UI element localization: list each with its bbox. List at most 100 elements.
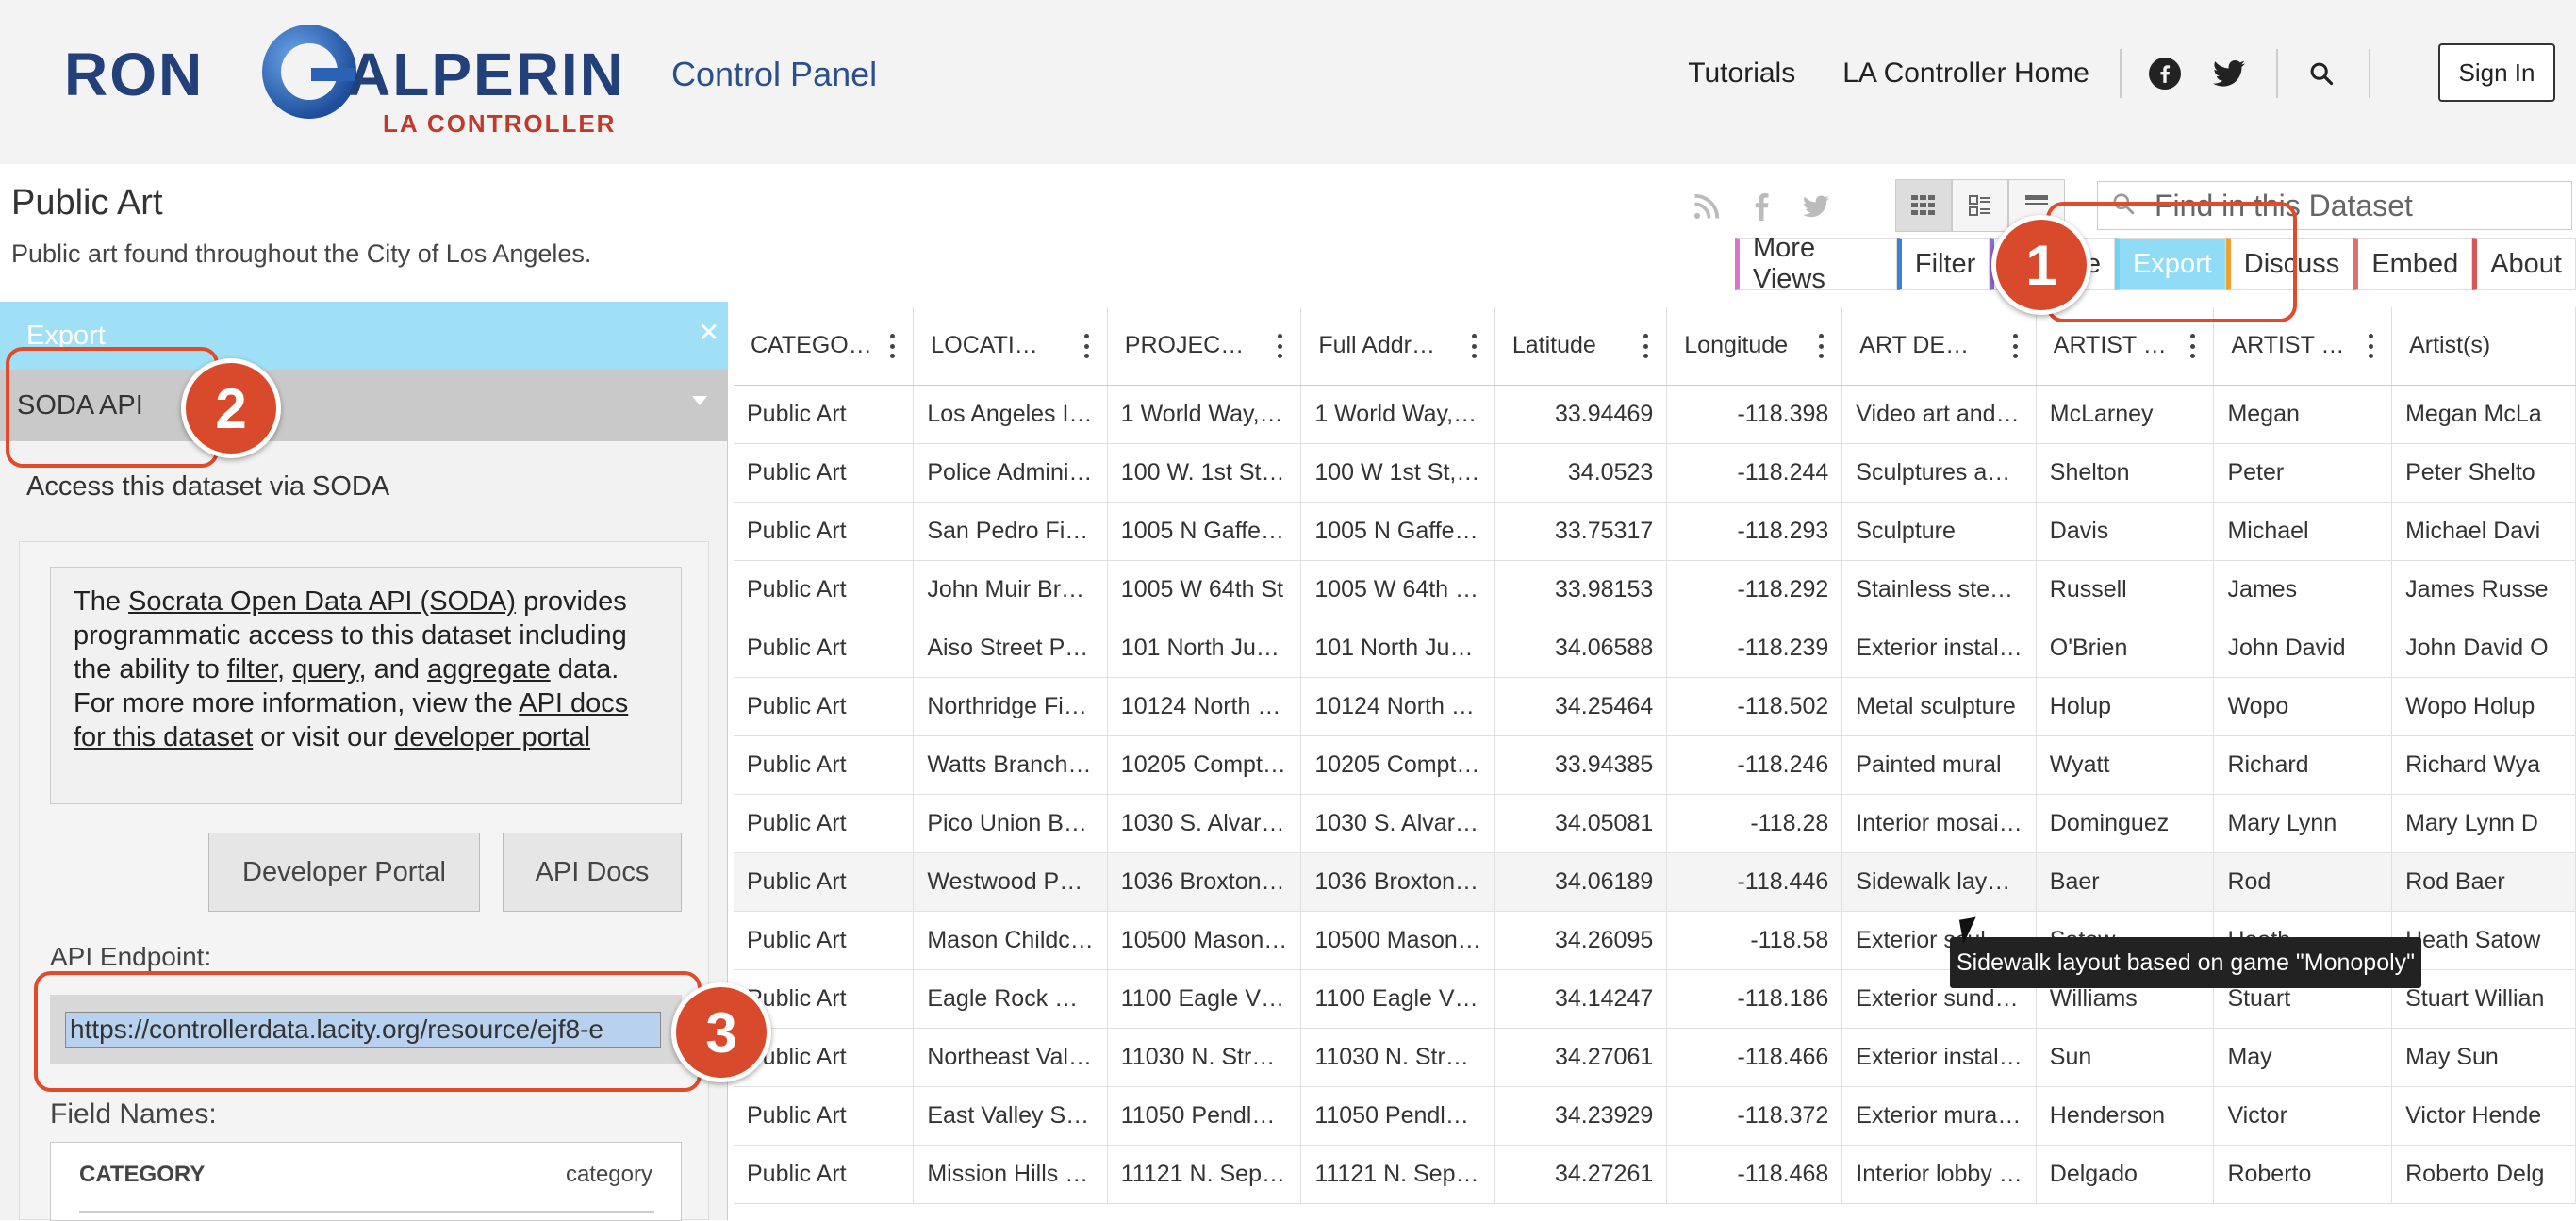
table-cell[interactable]: Eagle Rock … bbox=[913, 969, 1108, 1029]
table-cell[interactable]: 10205 Compt… bbox=[1300, 735, 1495, 795]
table-cell[interactable]: 11121 N. Sep… bbox=[1300, 1145, 1495, 1204]
table-cell[interactable]: Megan bbox=[2213, 385, 2393, 444]
table-cell[interactable]: 10205 Compt… bbox=[1107, 735, 1302, 795]
table-cell[interactable]: Northridge Fi… bbox=[913, 677, 1108, 736]
table-cell[interactable]: Public Art bbox=[734, 619, 915, 678]
table-cell[interactable]: Public Art bbox=[734, 502, 915, 561]
column-header[interactable]: LOCATI… bbox=[913, 307, 1108, 386]
table-cell[interactable]: Dominguez bbox=[2036, 794, 2215, 853]
table-cell[interactable]: 33.75317 bbox=[1494, 502, 1668, 561]
table-cell[interactable]: 1 World Way,… bbox=[1300, 385, 1495, 444]
list-view-icon[interactable] bbox=[1952, 179, 2008, 232]
table-cell[interactable]: Pico Union B… bbox=[913, 794, 1108, 853]
table-cell[interactable]: Aiso Street P… bbox=[913, 619, 1108, 678]
column-header[interactable]: Longitude bbox=[1666, 307, 1843, 386]
table-cell[interactable]: 1 World Way,… bbox=[1107, 385, 1302, 444]
soda-link[interactable]: Socrata Open Data API (SODA) bbox=[128, 586, 516, 617]
table-cell[interactable]: Public Art bbox=[734, 443, 915, 503]
column-menu-icon[interactable] bbox=[1819, 334, 1825, 358]
table-cell[interactable]: Public Art bbox=[734, 852, 915, 912]
twitter-icon[interactable] bbox=[2212, 57, 2246, 91]
table-cell[interactable]: 33.94469 bbox=[1494, 385, 1668, 444]
table-cell[interactable]: 100 W 1st St,… bbox=[1300, 443, 1495, 503]
table-cell[interactable]: Video art and… bbox=[1841, 385, 2037, 444]
filter-link[interactable]: filter bbox=[227, 654, 277, 685]
search-icon[interactable] bbox=[2304, 57, 2338, 91]
column-menu-icon[interactable] bbox=[1083, 334, 1090, 358]
column-header[interactable]: PROJEC… bbox=[1107, 307, 1302, 386]
table-cell[interactable]: Roberto Delg bbox=[2391, 1145, 2576, 1204]
table-cell[interactable]: Roberto bbox=[2213, 1145, 2393, 1204]
table-cell[interactable]: 34.05081 bbox=[1494, 794, 1668, 853]
table-cell[interactable]: Sculpture bbox=[1841, 502, 2037, 561]
table-cell[interactable]: Holup bbox=[2036, 677, 2215, 736]
table-cell[interactable]: Public Art bbox=[734, 794, 915, 853]
table-cell[interactable]: 1036 Broxton… bbox=[1300, 852, 1495, 912]
table-cell[interactable]: Public Art bbox=[734, 911, 915, 970]
table-cell[interactable]: 34.06588 bbox=[1494, 619, 1668, 678]
table-cell[interactable]: Northeast Val… bbox=[913, 1028, 1108, 1087]
table-row[interactable]: Public Art Mission Hills … 11121 N. Sep… 11… bbox=[734, 1145, 2576, 1204]
api-docs-button[interactable]: API Docs bbox=[503, 833, 682, 912]
table-cell[interactable]: Mary Lynn bbox=[2213, 794, 2393, 853]
table-row[interactable]: Public Art Northridge Fi… 10124 North … 101… bbox=[734, 677, 2576, 736]
table-cell[interactable]: 1036 Broxton… bbox=[1107, 852, 1302, 912]
developer-portal-link[interactable]: developer portal bbox=[394, 722, 590, 752]
table-cell[interactable]: Russell bbox=[2036, 560, 2215, 619]
table-cell[interactable]: Public Art bbox=[734, 385, 915, 444]
table-cell[interactable]: -118.398 bbox=[1666, 385, 1843, 444]
table-row[interactable]: Public Art Pico Union B… 1030 S. Alvar… 103… bbox=[734, 794, 2576, 853]
table-cell[interactable]: Rod bbox=[2213, 852, 2393, 912]
table-cell[interactable]: San Pedro Fi… bbox=[913, 502, 1108, 561]
column-menu-icon[interactable] bbox=[2012, 334, 2019, 358]
table-cell[interactable]: Peter bbox=[2213, 443, 2393, 503]
table-cell[interactable]: Victor Hende bbox=[2391, 1086, 2576, 1146]
table-row[interactable]: Public Art John Muir Br… 1005 W 64th St 100… bbox=[734, 560, 2576, 619]
table-cell[interactable]: Public Art bbox=[734, 735, 915, 795]
table-cell[interactable]: Exterior mura… bbox=[1841, 1086, 2037, 1146]
nav-la-controller-home[interactable]: LA Controller Home bbox=[1842, 58, 2089, 90]
table-cell[interactable]: Michael Davi bbox=[2391, 502, 2576, 561]
table-cell[interactable]: 11121 N. Sep… bbox=[1107, 1145, 1302, 1204]
filter-button[interactable]: Filter bbox=[1896, 238, 1990, 290]
table-cell[interactable]: Shelton bbox=[2036, 443, 2215, 503]
table-cell[interactable]: -118.293 bbox=[1666, 502, 1843, 561]
table-cell[interactable]: Mason Childc… bbox=[913, 911, 1108, 970]
table-cell[interactable]: 34.14247 bbox=[1494, 969, 1668, 1029]
sign-in-button[interactable]: Sign In bbox=[2438, 43, 2555, 102]
table-cell[interactable]: Sidewalk lay… bbox=[1841, 852, 2037, 912]
table-row[interactable]: Public Art San Pedro Fi… 1005 N Gaffe… 1005… bbox=[734, 502, 2576, 561]
table-cell[interactable]: John David O bbox=[2391, 619, 2576, 678]
table-cell[interactable]: May bbox=[2213, 1028, 2393, 1087]
table-cell[interactable]: 10500 Mason… bbox=[1300, 911, 1495, 970]
table-cell[interactable]: 1030 S. Alvar… bbox=[1300, 794, 1495, 853]
column-header[interactable]: Full Addr… bbox=[1300, 307, 1495, 386]
table-cell[interactable]: Police Admini… bbox=[913, 443, 1108, 503]
query-link[interactable]: query bbox=[292, 654, 358, 685]
rss-icon[interactable] bbox=[1688, 188, 1726, 225]
table-row[interactable]: Public Art Police Admini… 100 W. 1st St… 10… bbox=[734, 443, 2576, 503]
table-cell[interactable]: John Muir Br… bbox=[913, 560, 1108, 619]
table-cell[interactable]: Stainless ste… bbox=[1841, 560, 2037, 619]
table-cell[interactable]: Richard bbox=[2213, 735, 2393, 795]
app-title[interactable]: Control Panel bbox=[671, 55, 877, 94]
table-cell[interactable]: May Sun bbox=[2391, 1028, 2576, 1087]
table-cell[interactable]: East Valley S… bbox=[913, 1086, 1108, 1146]
table-row[interactable]: Public Art Watts Branch… 10205 Compt… 10205… bbox=[734, 735, 2576, 795]
table-cell[interactable]: Rod Baer bbox=[2391, 852, 2576, 912]
table-cell[interactable]: -118.58 bbox=[1666, 911, 1843, 970]
column-header[interactable]: ART DE… bbox=[1841, 307, 2037, 386]
table-cell[interactable]: 11050 Pendl… bbox=[1107, 1086, 1302, 1146]
table-cell[interactable]: 11050 Pendl… bbox=[1300, 1086, 1495, 1146]
table-cell[interactable]: Peter Shelto bbox=[2391, 443, 2576, 503]
table-cell[interactable]: Sun bbox=[2036, 1028, 2215, 1087]
table-cell[interactable]: -118.446 bbox=[1666, 852, 1843, 912]
table-cell[interactable]: Michael bbox=[2213, 502, 2393, 561]
column-header[interactable]: CATEGO… bbox=[734, 307, 915, 386]
embed-button[interactable]: Embed bbox=[2353, 238, 2473, 290]
column-menu-icon[interactable] bbox=[1643, 334, 1649, 358]
site-logo[interactable]: RON ALPERIN LA CONTROLLER bbox=[64, 21, 649, 143]
nav-tutorials[interactable]: Tutorials bbox=[1688, 58, 1795, 90]
table-cell[interactable]: 1030 S. Alvar… bbox=[1107, 794, 1302, 853]
table-cell[interactable]: Richard Wya bbox=[2391, 735, 2576, 795]
